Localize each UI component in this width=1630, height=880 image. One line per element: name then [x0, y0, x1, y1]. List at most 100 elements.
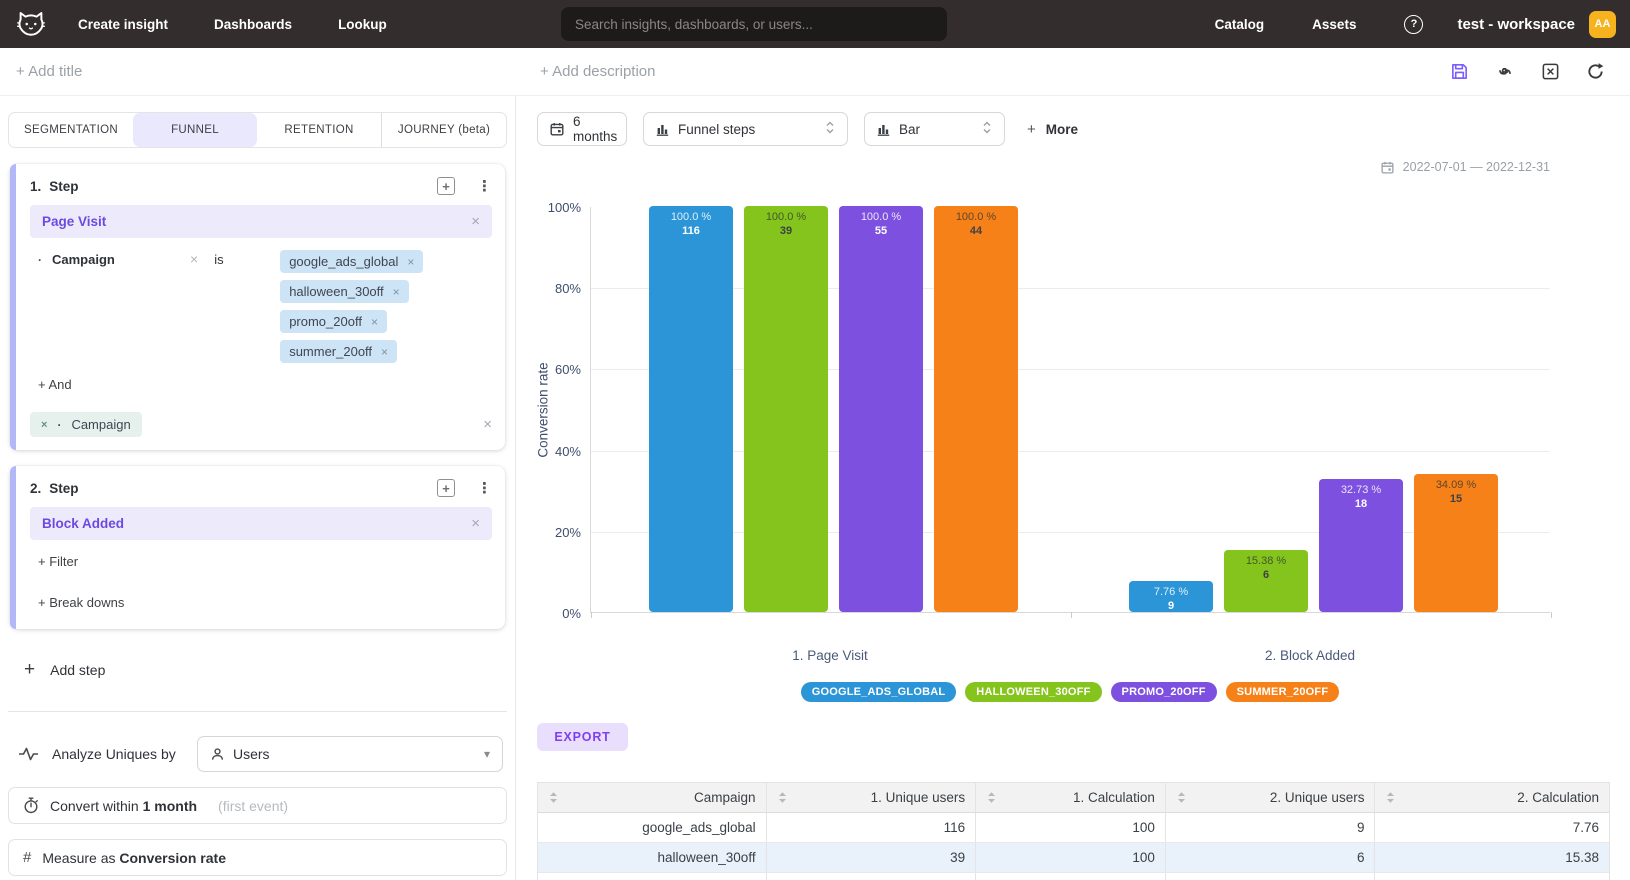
remove-event-icon[interactable]: ×: [471, 213, 480, 230]
column-header-1-unique-users[interactable]: 1. Unique users: [767, 783, 977, 812]
add-step-button[interactable]: + Add step: [24, 659, 507, 681]
bar-count-label: 44: [970, 225, 982, 238]
avatar[interactable]: AA: [1589, 11, 1616, 38]
chip-label: promo_20off: [289, 314, 362, 329]
workspace-name[interactable]: test - workspace: [1457, 16, 1575, 33]
nav-links: Create insight Dashboards Lookup: [78, 17, 387, 32]
bar-halloween_30off-step2[interactable]: 15.38 %6: [1224, 550, 1308, 612]
help-icon[interactable]: ?: [1404, 15, 1423, 34]
tab-journey-beta-[interactable]: JOURNEY (beta): [381, 113, 506, 147]
remove-event-icon[interactable]: ×: [471, 515, 480, 532]
bullet-icon: ·: [57, 418, 61, 432]
view-select[interactable]: Funnel steps: [643, 112, 848, 146]
convert-window: 1 month: [143, 798, 197, 814]
filter-operator[interactable]: is: [214, 250, 280, 267]
remove-breakdown-row-icon[interactable]: ×: [483, 416, 492, 433]
bar-summer_20off-step1[interactable]: 100.0 %44: [934, 206, 1018, 612]
sort-icon[interactable]: [548, 791, 559, 804]
remove-breakdown-icon[interactable]: ×: [41, 419, 47, 431]
filter-value-chip[interactable]: promo_20off ×: [280, 310, 387, 333]
bar-summer_20off-step2[interactable]: 34.09 %15: [1414, 474, 1498, 612]
step-title: Step: [49, 481, 78, 496]
analyze-by-select[interactable]: Users ▾: [197, 736, 503, 772]
breakdown-chip[interactable]: × · Campaign: [30, 412, 142, 437]
event-row[interactable]: Page Visit ×: [30, 205, 492, 238]
clear-icon[interactable]: [1541, 62, 1560, 81]
legend-pill-google_ads_global[interactable]: GOOGLE_ADS_GLOBAL: [801, 682, 957, 702]
analyze-label: Analyze Uniques by: [52, 746, 176, 762]
tab-retention[interactable]: RETENTION: [257, 113, 381, 147]
add-description-button[interactable]: + Add description: [540, 63, 656, 80]
export-button[interactable]: EXPORT: [537, 723, 628, 751]
legend-pill-promo_20off[interactable]: PROMO_20OFF: [1111, 682, 1217, 702]
bar-promo_20off-step1[interactable]: 100.0 %55: [839, 206, 923, 612]
column-header-label: 1. Unique users: [871, 790, 966, 805]
add-title-button[interactable]: + Add title: [16, 63, 82, 80]
chip-label: summer_20off: [289, 344, 372, 359]
measure-text: Measure as: [42, 850, 115, 866]
calendar-icon: [1381, 161, 1394, 174]
remove-chip-icon[interactable]: ×: [371, 315, 378, 329]
add-event-icon[interactable]: +: [437, 479, 455, 497]
x-axis-tick: [1551, 612, 1552, 618]
convert-within-setting[interactable]: Convert within 1 month (first event): [8, 787, 507, 824]
remove-filter-icon[interactable]: ×: [190, 251, 198, 267]
column-header-2-unique-users[interactable]: 2. Unique users: [1166, 783, 1376, 812]
tab-segmentation[interactable]: SEGMENTATION: [9, 113, 133, 147]
y-axis-tick: 0%: [517, 606, 581, 621]
column-header-2-calculation[interactable]: 2. Calculation: [1375, 783, 1609, 812]
column-header-campaign[interactable]: Campaign: [538, 783, 767, 812]
column-header-1-calculation[interactable]: 1. Calculation: [976, 783, 1166, 812]
event-row[interactable]: Block Added ×: [30, 507, 492, 540]
sort-icon[interactable]: [777, 791, 788, 804]
nav-item-create-insight[interactable]: Create insight: [78, 17, 168, 32]
search-input[interactable]: [561, 7, 947, 41]
nav-item-lookup[interactable]: Lookup: [338, 17, 387, 32]
add-filter-button[interactable]: + Filter: [38, 554, 492, 569]
measure-as-setting[interactable]: # Measure as Conversion rate: [8, 839, 507, 876]
step-menu-icon[interactable]: ⋮: [477, 177, 492, 195]
filter-value-chip[interactable]: halloween_30off×: [280, 280, 408, 303]
refresh-icon[interactable]: [1586, 62, 1605, 81]
remove-chip-icon[interactable]: ×: [407, 255, 414, 269]
filter-value-chip[interactable]: summer_20off ×: [280, 340, 397, 363]
add-event-icon[interactable]: +: [437, 177, 455, 195]
legend-pill-halloween_30off[interactable]: HALLOWEEN_30OFF: [965, 682, 1101, 702]
save-icon[interactable]: [1450, 62, 1469, 81]
bar-percent-label: 7.76 %: [1154, 586, 1188, 599]
select-caret-icon: [982, 120, 992, 138]
filter-property[interactable]: Campaign: [52, 250, 190, 267]
more-button[interactable]: + More: [1027, 121, 1078, 138]
table-cell: 116: [767, 813, 977, 842]
legend-pill-summer_20off[interactable]: SUMMER_20OFF: [1226, 682, 1340, 702]
sort-icon[interactable]: [1385, 791, 1396, 804]
chart-type-select[interactable]: Bar: [864, 112, 1005, 146]
remove-chip-icon[interactable]: ×: [393, 285, 400, 299]
hash-icon: #: [23, 849, 31, 866]
link-icon[interactable]: [1495, 62, 1515, 82]
nav-item-dashboards[interactable]: Dashboards: [214, 17, 292, 32]
nav-item-catalog[interactable]: Catalog: [1215, 17, 1265, 32]
sort-icon[interactable]: [986, 791, 997, 804]
add-and-filter-button[interactable]: + And: [38, 377, 492, 392]
tab-funnel[interactable]: FUNNEL: [133, 113, 257, 147]
step-menu-icon[interactable]: ⋮: [477, 479, 492, 497]
bar-halloween_30off-step1[interactable]: 100.0 %39: [744, 206, 828, 612]
add-breakdown-button[interactable]: + Break downs: [38, 595, 492, 610]
bar-promo_20off-step2[interactable]: 32.73 %18: [1319, 479, 1403, 612]
sort-icon[interactable]: [1176, 791, 1187, 804]
bar-google_ads_global-step1[interactable]: 100.0 %116: [649, 206, 733, 612]
y-axis-tick: 100%: [517, 200, 581, 215]
funnel-bar-chart: Conversion rate 100%80%60%40%20%0%100.0 …: [516, 96, 1630, 880]
filter-value-chip[interactable]: google_ads_global×: [280, 250, 423, 273]
remove-chip-icon[interactable]: ×: [381, 345, 388, 359]
bullet-icon: ·: [38, 253, 42, 267]
nav-item-assets[interactable]: Assets: [1312, 17, 1356, 32]
title-bar: + Add title + Add description: [0, 48, 1630, 96]
bar-google_ads_global-step2[interactable]: 7.76 %9: [1129, 581, 1213, 613]
date-range-button[interactable]: 6 months: [537, 112, 627, 146]
table-row[interactable]: google_ads_global11610097.76: [538, 813, 1609, 843]
cat-logo-icon[interactable]: [14, 8, 48, 40]
table-cell: [976, 873, 1166, 880]
table-row[interactable]: halloween_30off39100615.38: [538, 843, 1609, 873]
